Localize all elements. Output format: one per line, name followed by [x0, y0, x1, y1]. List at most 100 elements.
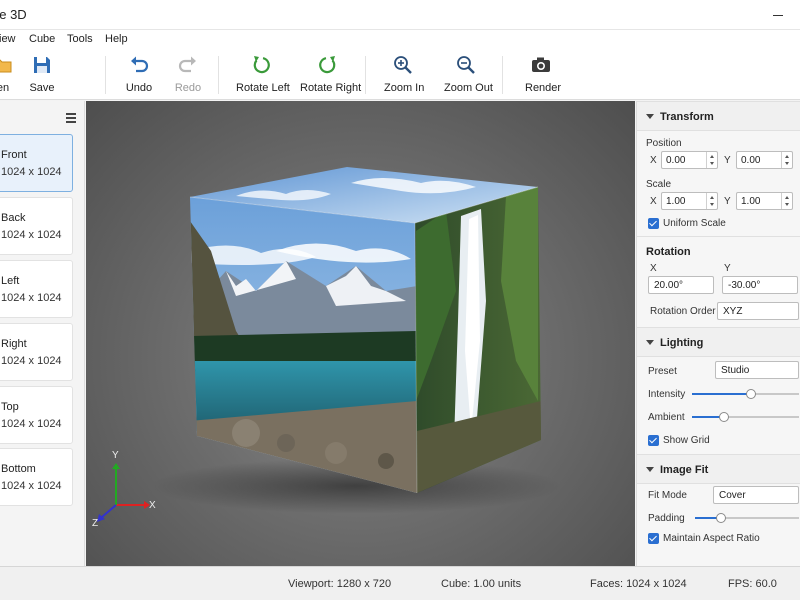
status-viewport: Viewport: 1280 x 720 — [288, 578, 392, 590]
face-name: Right — [1, 338, 27, 350]
section-title: Image Fit — [660, 464, 709, 476]
divider — [637, 236, 800, 237]
menu-cube[interactable]: Cube — [29, 33, 55, 45]
status-faces: Faces: 1024 x 1024 — [590, 578, 687, 590]
value: 1.00 — [666, 196, 686, 207]
save-label: Save — [29, 82, 55, 94]
menu-help[interactable]: Help — [105, 33, 128, 45]
image-fit-section-header[interactable]: Image Fit — [637, 454, 800, 484]
face-size: 1024 x 1024 — [1, 166, 62, 178]
uniform-scale-checkbox[interactable] — [648, 218, 659, 229]
value: Cover — [719, 490, 746, 501]
value: XYZ — [723, 306, 743, 317]
face-size: 1024 x 1024 — [1, 418, 62, 430]
face-name: Left — [1, 275, 20, 287]
scale-label: Scale — [646, 179, 672, 190]
camera-icon — [532, 57, 550, 72]
slider-handle[interactable] — [716, 513, 726, 523]
value: 1.00 — [741, 196, 761, 207]
render-label: Render — [525, 82, 562, 94]
preset-label: Preset — [648, 366, 677, 377]
axis-y-label: Y — [112, 450, 119, 461]
zoom-in-button[interactable]: Zoom In — [384, 54, 425, 98]
menu-tools[interactable]: Tools — [67, 33, 93, 45]
face-item-back[interactable]: Back 1024 x 1024 — [0, 197, 73, 255]
fit-mode-select[interactable]: Cover — [713, 486, 799, 504]
render-button[interactable]: Render — [525, 54, 562, 98]
face-size: 1024 x 1024 — [1, 355, 62, 367]
open-button[interactable]: en — [0, 54, 18, 98]
position-label: Position — [646, 138, 682, 149]
face-size: 1024 x 1024 — [1, 292, 62, 304]
face-item-bottom[interactable]: Bottom 1024 x 1024 — [0, 448, 73, 506]
save-icon — [34, 57, 50, 73]
face-name: Bottom — [1, 463, 36, 475]
status-bar: Viewport: 1280 x 720 Cube: 1.00 units Fa… — [0, 566, 800, 600]
ambient-label: Ambient — [648, 412, 685, 423]
scale-x-stepper[interactable]: 1.00 — [661, 192, 718, 210]
face-item-right[interactable]: Right 1024 x 1024 — [0, 323, 73, 381]
rotate-left-button[interactable]: Rotate Left — [236, 54, 290, 98]
redo-label: Redo — [174, 82, 202, 94]
zoom-out-button[interactable]: Zoom Out — [444, 54, 493, 98]
zoom-in-label: Zoom In — [384, 82, 425, 94]
position-y-stepper[interactable]: 0.00 — [736, 151, 793, 169]
face-item-left[interactable]: Left 1024 x 1024 — [0, 260, 73, 318]
menu-view[interactable]: iew — [0, 33, 16, 45]
cube-render — [97, 167, 561, 522]
window-title: be 3D — [0, 7, 27, 22]
show-grid-checkbox[interactable] — [648, 435, 659, 446]
value: 0.00 — [666, 155, 686, 166]
open-label: en — [0, 82, 10, 94]
axes-gizmo-icon — [97, 463, 150, 522]
rotate-left-label: Rotate Left — [236, 82, 290, 94]
save-button[interactable]: Save — [28, 54, 56, 98]
face-name: Front — [1, 149, 27, 161]
undo-button[interactable]: Undo — [124, 54, 154, 98]
axis-z-label: Z — [92, 518, 99, 529]
toolbar-separator — [365, 56, 366, 94]
section-title: Lighting — [660, 337, 704, 349]
minimize-button[interactable] — [764, 4, 792, 26]
show-grid-label: Show Grid — [663, 435, 710, 446]
zoom-out-icon — [457, 56, 475, 74]
properties-panel: Transform Position X 0.00 Y 0.00 Scale X… — [636, 101, 800, 566]
toolbar: en Save Undo Redo Rotate Left — [0, 50, 800, 100]
slider-handle[interactable] — [745, 389, 756, 399]
transform-section-header[interactable]: Transform — [637, 101, 800, 131]
rotate-right-icon — [318, 56, 335, 74]
rotation-order-select[interactable]: XYZ — [717, 302, 799, 320]
ambient-slider[interactable] — [692, 412, 799, 422]
pos-x-label: X — [650, 155, 657, 166]
rotate-right-label: Rotate Right — [300, 82, 362, 94]
lighting-section-header[interactable]: Lighting — [637, 327, 800, 357]
rotation-order-label: Rotation Order — [650, 306, 716, 317]
padding-label: Padding — [648, 513, 685, 524]
hamburger-menu-icon[interactable] — [66, 113, 76, 123]
padding-slider[interactable] — [695, 513, 799, 523]
pos-y-label: Y — [724, 155, 731, 166]
position-x-stepper[interactable]: 0.00 — [661, 151, 718, 169]
rot-y-label: Y — [724, 263, 731, 274]
menu-bar: iew Cube Tools Help — [0, 30, 800, 50]
maintain-aspect-checkbox[interactable] — [648, 533, 659, 544]
preset-select[interactable]: Studio — [715, 361, 799, 379]
undo-label: Undo — [125, 82, 153, 94]
toolbar-separator — [502, 56, 503, 94]
redo-button[interactable]: Redo — [172, 54, 204, 98]
scale-y-stepper[interactable]: 1.00 — [736, 192, 793, 210]
value: Studio — [721, 365, 750, 376]
rotate-right-button[interactable]: Rotate Right — [300, 54, 362, 98]
folder-icon — [0, 59, 12, 73]
intensity-slider[interactable] — [692, 389, 799, 399]
face-size: 1024 x 1024 — [1, 480, 62, 492]
slider-handle[interactable] — [719, 412, 730, 422]
value: 0.00 — [741, 155, 761, 166]
viewport-3d[interactable]: X Y Z — [86, 101, 635, 566]
chevron-down-icon — [646, 467, 654, 472]
face-item-top[interactable]: Top 1024 x 1024 — [0, 386, 73, 444]
rotation-x-input[interactable]: 20.00° — [648, 276, 714, 294]
face-item-front[interactable]: Front 1024 x 1024 — [0, 134, 73, 192]
status-fps: FPS: 60.0 — [728, 578, 777, 590]
rotation-y-input[interactable]: -30.00° — [722, 276, 798, 294]
